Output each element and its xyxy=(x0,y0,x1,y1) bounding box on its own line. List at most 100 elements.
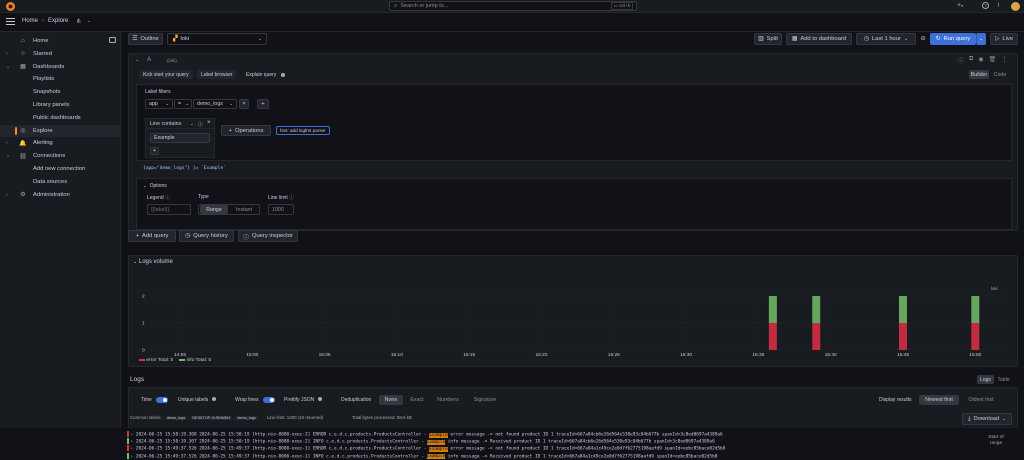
outline-button[interactable]: ☰ Outline xyxy=(128,33,163,45)
download-icon: ⤓ xyxy=(967,415,971,422)
legend-error[interactable]: error Total: 5 xyxy=(139,358,173,363)
time-toggle[interactable] xyxy=(156,397,168,403)
time-range-label: Last 1 hour xyxy=(871,36,901,42)
options-toggle[interactable]: ⌄ Options xyxy=(143,183,167,189)
time-range-picker[interactable]: ◷ Last 1 hour ⌄ xyxy=(856,33,916,45)
logs-content: Time Unique labels Wrap lines Prettify J… xyxy=(128,387,1018,428)
oldest-first-option[interactable]: Oldest first xyxy=(961,395,1001,405)
zoom-out-button[interactable]: ⊖ xyxy=(918,33,928,45)
log-row[interactable]: › 2024-06-25 15:50:19.308 2024-06-25 15:… xyxy=(127,431,1022,438)
label-operator-select[interactable]: = ⌄ xyxy=(174,99,192,109)
table-view-tab[interactable]: Table xyxy=(995,375,1012,384)
run-query-dropdown[interactable]: ⌄ xyxy=(976,33,986,45)
logs-volume-toggle[interactable]: ⌄ Logs volume xyxy=(133,259,173,265)
sidebar-item-home[interactable]: ⌂ Home xyxy=(0,35,120,47)
sidebar-item-data-sources[interactable]: Data sources xyxy=(0,176,120,188)
sidebar-item-dashboards[interactable]: ⌄ ▦ Dashboards xyxy=(0,61,120,73)
newest-first-option[interactable]: Newest first xyxy=(919,395,959,405)
add-line-filter-button[interactable]: + xyxy=(150,147,159,155)
grafana-logo-icon[interactable] xyxy=(6,2,15,11)
hide-eye-icon[interactable]: ◉ xyxy=(978,56,983,65)
sidebar-item-library-panels[interactable]: Library panels xyxy=(0,99,120,111)
sidebar-item-explore[interactable]: ◎ Explore xyxy=(0,124,120,137)
sidebar-item-add-new-connection[interactable]: Add new connection xyxy=(0,163,120,175)
logs-volume-panel: ⌄ Logs volume loki 2 1 0 14:55 15:00 15:05 15:… xyxy=(128,255,1018,367)
query-inspector-button[interactable]: ⓘ Query inspector xyxy=(238,230,298,242)
chevron-right-icon[interactable]: › xyxy=(6,140,8,146)
sidebar-item-alerting[interactable]: › 🔔 Alerting xyxy=(0,137,120,149)
line-filter-name[interactable]: Line contains xyxy=(150,121,181,127)
hint-add-parser-button[interactable]: hint: add logfmt parser xyxy=(276,126,330,135)
x-tick-label: 15:45 xyxy=(897,352,909,356)
operations-button[interactable]: + Operations xyxy=(221,125,271,136)
datasource-picker[interactable]: ▞ loki ⌄ xyxy=(167,33,267,45)
x-tick-label: 15:05 xyxy=(319,352,331,356)
dedup-numbers-option[interactable]: Numbers xyxy=(432,395,464,405)
help-icon[interactable]: ⓘ xyxy=(958,56,964,65)
outline-icon: ☰ xyxy=(132,36,138,42)
line-limit-input[interactable]: 1000 xyxy=(268,204,294,215)
unique-labels-toggle[interactable] xyxy=(211,397,216,401)
add-to-dashboard-button[interactable]: ▦ Add to dashboard xyxy=(786,33,852,45)
code-mode-button[interactable]: Code xyxy=(991,70,1009,79)
trash-icon[interactable]: 🗑 xyxy=(989,56,997,65)
prettify-json-toggle[interactable] xyxy=(317,397,322,401)
collapse-chevron-icon[interactable]: ⌄ xyxy=(135,57,139,63)
sidebar-item-snapshots[interactable]: Snapshots xyxy=(0,86,120,98)
remove-filter-button[interactable]: × xyxy=(239,99,249,109)
log-row[interactable]: › 2024-06-25 15:50:19.307 2024-06-25 15:… xyxy=(127,438,1022,445)
chevron-down-icon: ⌄ xyxy=(903,36,909,42)
breadcrumb-home[interactable]: Home xyxy=(22,18,38,24)
sidebar-item-playlists[interactable]: Playlists xyxy=(0,73,120,85)
explain-toggle[interactable] xyxy=(280,72,285,77)
add-filter-button[interactable]: + xyxy=(257,99,269,109)
help-icon[interactable]: ? xyxy=(982,2,989,9)
query-ref-id[interactable]: A xyxy=(147,57,151,63)
label-value-select[interactable]: demo_logs ⌄ xyxy=(193,99,237,109)
wrap-lines-toggle[interactable] xyxy=(263,397,275,403)
live-button[interactable]: ▷ Live xyxy=(990,33,1018,45)
sidebar-item-label: Administration xyxy=(33,191,70,198)
add-query-button[interactable]: + Add query xyxy=(128,230,176,242)
dedup-signature-option[interactable]: Signature xyxy=(467,395,503,405)
log-row[interactable]: › 2024-06-25 15:49:37.526 2024-06-25 15:… xyxy=(127,445,1022,452)
chevron-down-icon[interactable]: ⌄ xyxy=(6,153,10,159)
info-icon[interactable]: ⓘ xyxy=(198,121,203,128)
share-icon[interactable]: ⋔ xyxy=(76,17,81,25)
type-instant-option[interactable]: Instant xyxy=(230,205,258,214)
close-icon[interactable]: × xyxy=(207,120,211,126)
label-key-select[interactable]: app ⌄ xyxy=(145,99,173,109)
line-filter-input[interactable]: Example xyxy=(150,133,210,143)
new-plus-button[interactable]: +▾ xyxy=(957,2,963,9)
duplicate-icon[interactable]: ⧉ xyxy=(969,56,973,65)
sidebar-item-connections[interactable]: ⌄ ⛓ Connections xyxy=(0,150,120,162)
user-avatar[interactable] xyxy=(1011,2,1020,11)
legend-info[interactable]: info Total: 5 xyxy=(179,358,211,363)
type-range-option[interactable]: Range xyxy=(200,205,228,214)
dedup-exact-option[interactable]: Exact xyxy=(405,395,429,405)
legend-input[interactable]: {{label}} xyxy=(147,204,191,215)
menu-hamburger-icon[interactable] xyxy=(6,18,15,25)
chevron-right-icon[interactable]: › xyxy=(6,192,8,198)
chevron-down-icon[interactable]: ⌄ xyxy=(87,18,91,24)
live-label: Live xyxy=(1002,36,1014,42)
chevron-right-icon[interactable]: › xyxy=(6,51,8,57)
label-browser-button[interactable]: Label browser xyxy=(197,70,237,79)
sidebar-item-starred[interactable]: › ☆ Starred xyxy=(0,48,120,60)
logs-view-tab[interactable]: Logs xyxy=(977,375,994,384)
news-rss-icon[interactable]: ⌇ xyxy=(997,2,1000,9)
sidebar-item-public-dashboards[interactable]: Public dashboards xyxy=(0,112,120,124)
run-query-button[interactable]: ↻ Run query xyxy=(930,33,976,45)
dedup-none-option[interactable]: None xyxy=(379,395,403,405)
chevron-down-icon[interactable]: ⌄ xyxy=(6,64,10,70)
download-button[interactable]: ⤓ Download ⌄ xyxy=(962,413,1012,425)
chevron-down-icon: ⌄ xyxy=(133,259,138,265)
log-row[interactable]: › 2024-06-25 15:49:37.526 2024-06-25 15:… xyxy=(127,452,1022,460)
search-bar[interactable]: ⌕ Search or jump to... ▭ ctrl+k xyxy=(389,1,637,11)
split-button[interactable]: ▥ Split xyxy=(754,33,782,45)
builder-mode-button[interactable]: Builder xyxy=(969,70,989,79)
sidebar-item-administration[interactable]: › ⚙ Administration xyxy=(0,189,120,201)
drag-handle-icon[interactable]: ⋮ xyxy=(1001,56,1007,65)
query-history-button[interactable]: ◷ Query history xyxy=(179,230,234,242)
kick-start-button[interactable]: Kick start your query xyxy=(139,70,193,79)
